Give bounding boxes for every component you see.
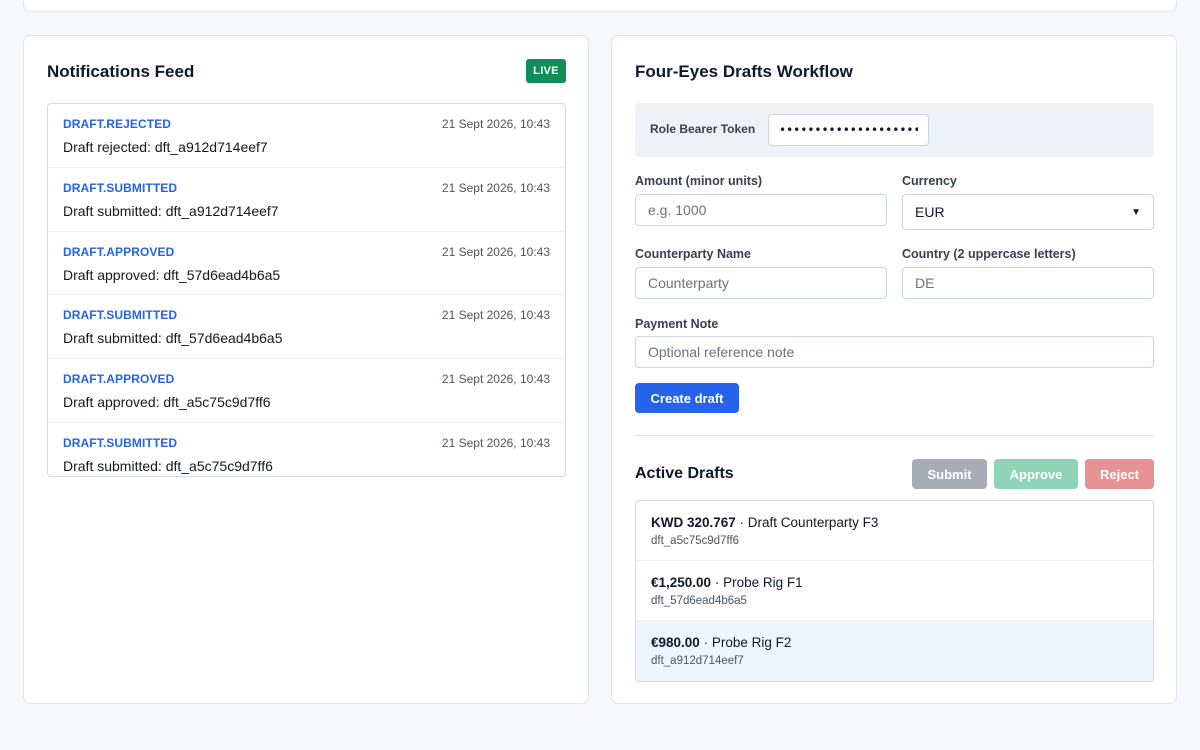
draft-amount: €1,250.00	[651, 575, 712, 590]
note-label: Payment Note	[635, 317, 719, 331]
notifications-title: Notifications Feed	[47, 62, 195, 81]
reject-button[interactable]: Reject	[1085, 459, 1154, 489]
draft-item-selected[interactable]: €980.00 · Probe Rig F2 dft_a912d714eef7 …	[636, 621, 1153, 681]
draft-amount: KWD 320.767	[651, 515, 736, 530]
draft-amount: €980.00	[651, 635, 700, 650]
active-drafts-title: Active Drafts	[635, 465, 734, 482]
notification-type: DRAFT.REJECTED	[63, 117, 172, 131]
notification-time: 21 Sept 2026, 10:43	[441, 435, 550, 450]
counterparty-label: Counterparty Name	[635, 247, 751, 261]
notification-item: DRAFT.REJECTED 21 Sept 2026, 10:43 Draft…	[48, 104, 565, 168]
notification-item: DRAFT.SUBMITTED 21 Sept 2026, 10:43 Draf…	[48, 295, 565, 360]
status-badge: REJECTED	[1067, 643, 1129, 655]
create-draft-button[interactable]: Create draft	[635, 383, 739, 413]
separator: ·	[711, 575, 724, 590]
amount-label: Amount (minor units)	[635, 174, 763, 188]
notification-message: Draft approved: dft_a5c75c9d7ff6	[63, 394, 271, 411]
notification-type: DRAFT.APPROVED	[63, 244, 175, 259]
notification-message: Draft submitted: dft_57d6ead4b6a5	[63, 330, 283, 347]
notification-type: DRAFT.SUBMITTED	[63, 435, 178, 450]
live-badge: LIVE	[526, 59, 566, 83]
notification-message: Draft submitted: dft_a912d714eef7	[63, 202, 279, 219]
workflow-panel: Four-Eyes Drafts Workflow Role Bearer To…	[611, 35, 1177, 704]
chevron-down-icon: ▼	[1131, 206, 1141, 218]
notification-item: DRAFT.SUBMITTED 21 Sept 2026, 10:43 Draf…	[48, 423, 565, 476]
separator: ·	[699, 635, 712, 650]
draft-summary: KWD 320.767 · Draft Counterparty F3	[651, 515, 878, 530]
currency-label: Currency	[902, 174, 957, 188]
notification-time: 21 Sept 2026, 10:43	[441, 117, 550, 131]
draft-id: dft_a5c75c9d7ff6	[651, 535, 740, 547]
notification-message: Draft approved: dft_57d6ead4b6a5	[63, 266, 281, 283]
country-input[interactable]	[902, 267, 1154, 299]
notification-message: Draft rejected: dft_a912d714eef7	[63, 139, 268, 155]
notification-message: Draft submitted: dft_a5c75c9d7ff6	[63, 457, 273, 474]
notifications-list[interactable]: DRAFT.REJECTED 21 Sept 2026, 10:43 Draft…	[47, 103, 566, 477]
top-panel-edge	[23, 0, 1177, 12]
divider	[635, 435, 1154, 436]
draft-summary: €980.00 · Probe Rig F2	[651, 635, 791, 650]
notification-time: 21 Sept 2026, 10:43	[441, 372, 550, 387]
token-section: Role Bearer Token	[635, 103, 1154, 157]
notifications-panel: Notifications Feed LIVE DRAFT.REJECTED 2…	[23, 35, 589, 704]
draft-counterparty: Draft Counterparty F3	[747, 515, 879, 530]
draft-summary: €1,250.00 · Probe Rig F1	[651, 575, 803, 590]
notification-item: DRAFT.APPROVED 21 Sept 2026, 10:43 Draft…	[48, 232, 565, 296]
draft-item[interactable]: €1,250.00 · Probe Rig F1 dft_57d6ead4b6a…	[636, 561, 1153, 621]
approve-button[interactable]: Approve	[994, 459, 1078, 489]
draft-id: dft_a912d714eef7	[651, 655, 744, 667]
draft-item[interactable]: KWD 320.767 · Draft Counterparty F3 dft_…	[636, 501, 1153, 561]
workflow-title: Four-Eyes Drafts Workflow	[635, 62, 853, 81]
notification-item: DRAFT.SUBMITTED 21 Sept 2026, 10:43 Draf…	[48, 168, 565, 232]
notification-time: 21 Sept 2026, 10:43	[441, 180, 550, 195]
submit-button[interactable]: Submit	[912, 459, 987, 489]
draft-id: dft_57d6ead4b6a5	[651, 595, 747, 607]
draft-counterparty: Probe Rig F1	[723, 575, 803, 590]
counterparty-input[interactable]	[635, 267, 887, 299]
notification-type: DRAFT.SUBMITTED	[63, 308, 178, 323]
currency-select[interactable]: EUR ▼	[902, 194, 1154, 230]
notification-item: DRAFT.APPROVED 21 Sept 2026, 10:43 Draft…	[48, 359, 565, 423]
currency-value: EUR	[915, 204, 945, 220]
amount-input[interactable]	[635, 194, 887, 226]
note-input[interactable]	[635, 336, 1154, 368]
token-input[interactable]	[768, 114, 929, 146]
separator: ·	[735, 515, 748, 530]
notification-type: DRAFT.SUBMITTED	[63, 180, 178, 195]
draft-counterparty: Probe Rig F2	[711, 635, 792, 650]
notification-time: 21 Sept 2026, 10:43	[441, 308, 550, 323]
token-label: Role Bearer Token	[650, 122, 756, 136]
notification-time: 21 Sept 2026, 10:43	[441, 244, 550, 259]
notification-type: DRAFT.APPROVED	[63, 372, 175, 387]
country-label: Country (2 uppercase letters)	[902, 247, 1076, 261]
drafts-list: KWD 320.767 · Draft Counterparty F3 dft_…	[635, 500, 1154, 682]
